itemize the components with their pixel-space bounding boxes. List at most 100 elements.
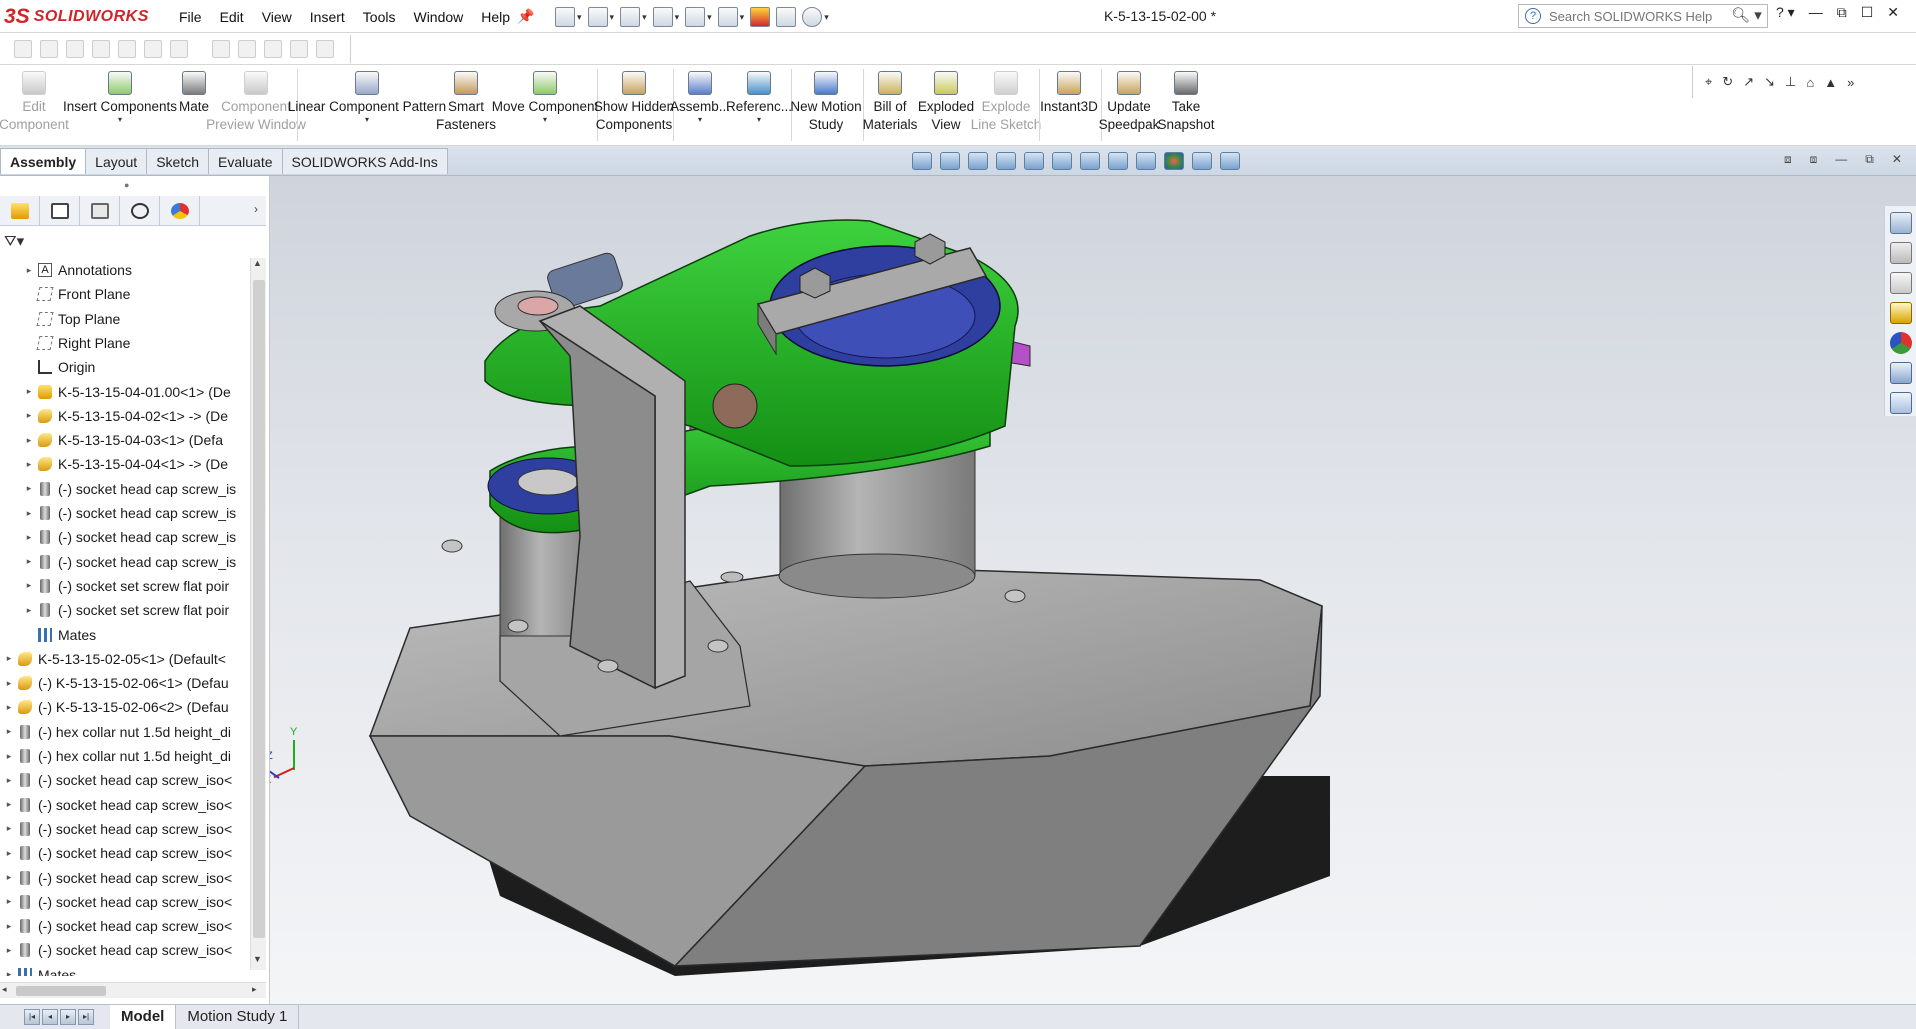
help-icon[interactable]: ? <box>1525 8 1541 24</box>
expand-arrow-icon[interactable]: ▸ <box>2 702 16 713</box>
expand-arrow-icon[interactable]: ▸ <box>2 823 16 834</box>
tree-item[interactable]: ▸ (-) socket set screw flat poir <box>22 574 229 598</box>
move-component-button[interactable]: Move Component ▾ <box>492 65 598 146</box>
view-palette-icon[interactable] <box>1889 302 1912 324</box>
dropdown-arrow-icon[interactable]: ▾ <box>365 115 369 124</box>
tree-item[interactable]: ▸ (-) socket head cap screw_iso< <box>2 768 232 792</box>
expand-arrow-icon[interactable]: ▸ <box>2 726 16 737</box>
gfx-restore-icon[interactable]: ⧉ <box>1865 152 1874 167</box>
tree-item[interactable]: ▸ (-) hex collar nut 1.5d height_di <box>2 720 231 744</box>
scroll-left-icon[interactable]: ◂ <box>2 984 7 995</box>
expand-arrow-icon[interactable]: ▸ <box>2 653 16 664</box>
tree-item[interactable]: Right Plane <box>22 331 130 355</box>
paint-icon[interactable]: ▲ <box>1824 75 1837 90</box>
expand-arrow-icon[interactable]: ▸ <box>22 580 36 591</box>
expand-arrow-icon[interactable]: ▸ <box>22 556 36 567</box>
tab-assembly[interactable]: Assembly <box>0 148 87 174</box>
expand-arrow-icon[interactable]: ▸ <box>22 508 36 519</box>
dynamic-annotation-icon[interactable] <box>1052 152 1072 170</box>
base-hole[interactable] <box>720 571 744 583</box>
dimxpert-tab[interactable] <box>120 196 160 226</box>
arrow-se-icon[interactable]: ↘ <box>1764 74 1775 90</box>
undo-icon[interactable] <box>685 7 706 27</box>
main-cylinder-bottom[interactable] <box>778 553 976 599</box>
restore-icon[interactable]: ⧉ <box>1837 4 1847 21</box>
graphics-area[interactable]: Y X Z <box>270 176 1916 1004</box>
menu-edit[interactable]: Edit <box>211 9 253 25</box>
expand-arrow-icon[interactable]: ▸ <box>2 799 16 810</box>
expand-arrow-icon[interactable]: ▸ <box>22 605 36 616</box>
edit-appearance-icon[interactable] <box>1164 152 1184 170</box>
expand-arrow-icon[interactable]: ▸ <box>2 775 16 786</box>
next-tab-icon[interactable]: ▸ <box>60 1009 76 1025</box>
tab-model[interactable]: Model <box>110 1005 177 1029</box>
apply-scene-icon[interactable] <box>1192 152 1212 170</box>
display-manager-tab[interactable] <box>160 196 200 226</box>
view-settings-icon[interactable] <box>1220 152 1240 170</box>
exploded-view-button[interactable]: Exploded View <box>918 65 974 146</box>
rotate-icon[interactable]: ↻ <box>1722 74 1733 90</box>
section-view-icon[interactable] <box>1024 152 1044 170</box>
speedpak-button[interactable]: Update Speedpak <box>1099 65 1159 146</box>
tree-item[interactable]: ▸ (-) socket head cap screw_is <box>22 550 236 574</box>
tree-item[interactable]: ▸ (-) socket head cap screw_iso< <box>2 914 232 938</box>
help-menu-icon[interactable]: ? ▾ <box>1776 4 1795 21</box>
scroll-down-icon[interactable]: ▼ <box>253 954 262 964</box>
tree-item[interactable]: ▸ K-5-13-15-04-04<1> -> (De <box>22 452 228 476</box>
expand-arrow-icon[interactable]: ▸ <box>22 435 36 446</box>
base-screw[interactable] <box>1004 589 1026 603</box>
menu-tools[interactable]: Tools <box>354 9 405 25</box>
maximize-icon[interactable]: ☐ <box>1861 4 1874 21</box>
tree-item[interactable]: ▸ (-) socket head cap screw_iso< <box>2 938 232 962</box>
tree-vertical-scrollbar[interactable]: ▲ ▼ <box>250 258 266 970</box>
tree-item[interactable]: ▸ (-) socket head cap screw_is <box>22 501 236 525</box>
tree-item[interactable]: ▸ Mates <box>2 963 76 976</box>
shape-icon[interactable]: ⌂ <box>1806 75 1814 90</box>
help-search-input[interactable] <box>1549 7 1739 25</box>
search-icon[interactable]: 🔍︎ ▾ <box>1731 6 1767 26</box>
tree-item[interactable]: ▸ (-) socket head cap screw_iso< <box>2 841 232 865</box>
tabs-overflow-icon[interactable]: › <box>254 202 258 216</box>
tree-item[interactable]: ▸ (-) K-5-13-15-02-06<1> (Defau <box>2 671 229 695</box>
zoom-area-icon[interactable] <box>968 152 988 170</box>
open-icon[interactable] <box>587 7 608 27</box>
tile-right-icon[interactable]: ⧈ <box>1810 152 1818 167</box>
insert-components-button[interactable]: Insert Components ▾ <box>63 65 177 146</box>
close-icon[interactable]: ✕ <box>1887 4 1899 21</box>
last-tab-icon[interactable]: ▸| <box>78 1009 94 1025</box>
rebuild-icon[interactable] <box>750 7 771 27</box>
tree-item[interactable]: Front Plane <box>22 282 130 306</box>
gfx-close-icon[interactable]: ✕ <box>1892 152 1902 167</box>
base-screw[interactable] <box>507 619 529 633</box>
property-manager-tab[interactable] <box>40 196 80 226</box>
dropdown-arrow-icon[interactable]: ▾ <box>543 115 547 124</box>
assembly-model[interactable] <box>270 176 1916 1004</box>
base-screw[interactable] <box>441 539 463 553</box>
collapse-icon[interactable]: » <box>1847 75 1854 90</box>
tree-item[interactable]: Top Plane <box>22 307 120 331</box>
reference-geometry-button[interactable]: Referenc... ▾ <box>726 65 792 146</box>
anchor-icon[interactable]: ⊥ <box>1785 74 1796 90</box>
dropdown-arrow-icon[interactable]: ▾ <box>757 115 761 124</box>
pin-icon[interactable]: 📌 <box>517 8 534 25</box>
tree-item[interactable]: ▸ (-) socket head cap screw_is <box>22 477 236 501</box>
filter-icon[interactable]: ⛛▾ <box>4 232 24 250</box>
expand-arrow-icon[interactable]: ▸ <box>2 678 16 689</box>
smart-fasteners-button[interactable]: Smart Fasteners <box>436 65 496 146</box>
tree-item[interactable]: Mates <box>22 623 96 647</box>
previous-view-icon[interactable] <box>996 152 1016 170</box>
instant3d-button[interactable]: Instant3D <box>1038 65 1100 146</box>
expand-arrow-icon[interactable]: ▸ <box>2 896 16 907</box>
expand-arrow-icon[interactable]: ▸ <box>22 386 36 397</box>
expand-arrow-icon[interactable]: ▸ <box>2 921 16 932</box>
options-gear-icon[interactable] <box>802 7 823 27</box>
gfx-minimize-icon[interactable]: — <box>1835 152 1847 167</box>
expand-arrow-icon[interactable]: ▸ <box>22 459 36 470</box>
minimize-icon[interactable]: — <box>1809 4 1823 21</box>
crosshair-icon[interactable]: ⌖ <box>1705 74 1712 90</box>
feature-tree-tab[interactable] <box>0 196 40 226</box>
linear-pattern-button[interactable]: Linear Component Pattern ▾ <box>288 65 446 146</box>
base-screw[interactable] <box>707 639 729 653</box>
panel-grip-icon[interactable]: ● <box>124 180 129 190</box>
tree-item[interactable]: ▸ (-) hex collar nut 1.5d height_di <box>2 744 231 768</box>
